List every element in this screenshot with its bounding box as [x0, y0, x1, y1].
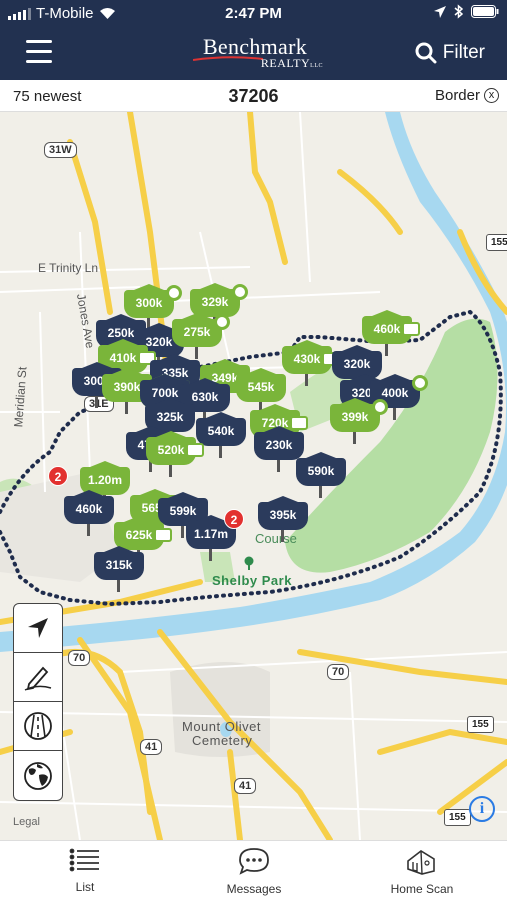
- zip-code-label: 37206: [228, 86, 279, 106]
- info-icon[interactable]: i: [469, 796, 495, 822]
- highway-shield: 41: [140, 739, 163, 755]
- interstate-shield: 155: [486, 234, 507, 251]
- park-icon: [244, 556, 254, 570]
- listing-marker[interactable]: 395k: [258, 496, 308, 542]
- map-tools-panel: [13, 603, 63, 801]
- chat-bubble-icon: [239, 848, 269, 875]
- location-arrow-icon: [434, 5, 446, 18]
- tab-messages[interactable]: Messages: [199, 847, 309, 896]
- interstate-shield: 155: [467, 716, 494, 733]
- brand-logo: Benchmark REALTYLLC: [185, 36, 325, 76]
- listing-price: 315k: [94, 552, 144, 580]
- listing-price: 545k: [236, 374, 286, 402]
- legal-link[interactable]: Legal: [13, 816, 40, 828]
- street-label: E Trinity Ln: [38, 261, 99, 275]
- new-listing-icon: [166, 285, 182, 301]
- highway-shield: 31W: [44, 142, 77, 158]
- new-listing-icon: [412, 375, 428, 391]
- close-icon[interactable]: x: [484, 88, 499, 103]
- cluster-badge[interactable]: 2: [224, 509, 244, 529]
- pencil-icon[interactable]: [14, 653, 62, 702]
- highway-shield: 70: [68, 650, 91, 666]
- tab-home-scan[interactable]: Home Scan: [367, 847, 477, 896]
- clock: 2:47 PM: [225, 5, 282, 22]
- globe-icon[interactable]: [14, 751, 62, 800]
- house-scan-icon: [407, 850, 435, 875]
- battery-icon: [471, 5, 499, 18]
- search-icon: [415, 42, 437, 64]
- listing-marker[interactable]: 315k: [94, 546, 144, 592]
- highway-shield: 41: [234, 778, 257, 794]
- road-icon[interactable]: [14, 702, 62, 751]
- place-label: Cemetery: [192, 733, 253, 748]
- border-toggle[interactable]: Border x: [435, 87, 499, 104]
- cluster-badge[interactable]: 2: [48, 466, 68, 486]
- app-header: Benchmark REALTYLLC Filter: [0, 30, 507, 80]
- filter-button[interactable]: Filter: [415, 42, 485, 64]
- park-label: Shelby Park: [212, 573, 292, 588]
- bluetooth-icon: [454, 4, 463, 19]
- navigation-arrow-icon[interactable]: [14, 604, 62, 653]
- listing-marker[interactable]: 520k: [146, 431, 204, 477]
- open-house-icon: [154, 528, 172, 542]
- open-house-icon: [186, 443, 204, 457]
- listing-price: 540k: [196, 418, 246, 446]
- new-listing-icon: [372, 399, 388, 415]
- new-listing-icon: [214, 314, 230, 330]
- logo-swoosh: [193, 56, 263, 61]
- listing-price: 460k: [64, 496, 114, 524]
- tab-list[interactable]: List: [30, 847, 140, 894]
- listing-marker[interactable]: 460k: [64, 490, 114, 536]
- listing-marker[interactable]: 275k: [172, 313, 230, 359]
- list-icon: [69, 848, 99, 872]
- status-bar: T-Mobile 2:47 PM: [0, 0, 507, 30]
- new-listing-icon: [232, 284, 248, 300]
- listing-marker[interactable]: 399k: [330, 398, 388, 444]
- listing-marker[interactable]: 430k: [282, 340, 340, 386]
- map-view[interactable]: E Trinity Ln Jones Ave Meridian St Mount…: [0, 112, 507, 840]
- highway-shield: 70: [327, 664, 350, 680]
- listing-price: 395k: [258, 502, 308, 530]
- place-label: Mount Olivet: [182, 719, 261, 734]
- search-summary-bar: 75 newest 37206 Border x: [0, 80, 507, 112]
- interstate-shield: 155: [444, 809, 471, 826]
- menu-icon[interactable]: [26, 40, 52, 64]
- listing-marker[interactable]: 590k: [296, 452, 346, 498]
- bottom-tab-bar: List Messages Home Scan: [0, 840, 507, 900]
- listing-price: 590k: [296, 458, 346, 486]
- open-house-icon: [402, 322, 420, 336]
